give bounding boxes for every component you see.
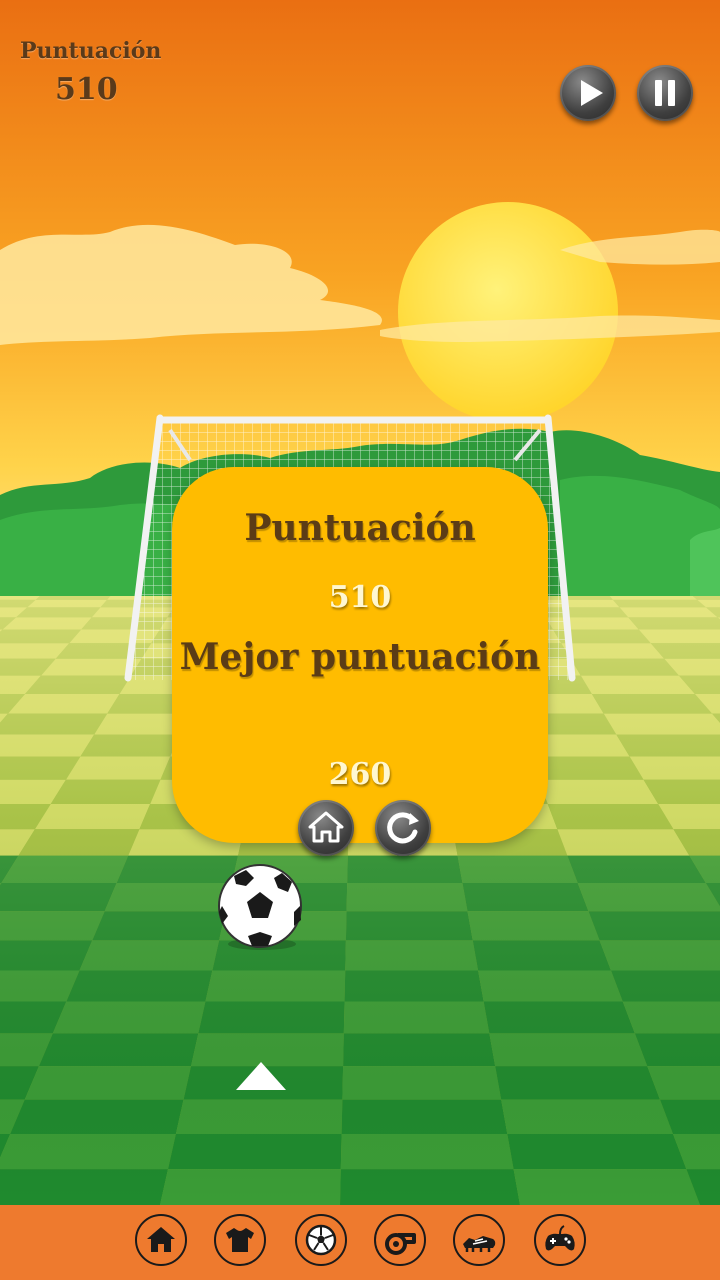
ball-icon — [305, 1224, 337, 1256]
gamepad-icon — [545, 1225, 575, 1251]
restart-icon — [387, 812, 419, 844]
nav-gamepad-button[interactable] — [534, 1214, 586, 1266]
home-button[interactable] — [298, 800, 354, 856]
nav-home-button[interactable] — [135, 1214, 187, 1266]
home-icon — [147, 1227, 175, 1252]
nav-shirt-button[interactable] — [214, 1214, 266, 1266]
shirt-icon — [226, 1228, 254, 1252]
score-label: Puntuación — [20, 38, 162, 64]
nav-boot-button[interactable] — [453, 1214, 505, 1266]
play-icon — [581, 80, 603, 106]
sun — [398, 202, 618, 422]
kick-arrow-icon[interactable] — [236, 1062, 286, 1090]
pause-icon — [655, 80, 675, 106]
play-button[interactable] — [560, 65, 616, 121]
restart-button[interactable] — [375, 800, 431, 856]
boot-icon — [463, 1236, 496, 1252]
best-score-label: Mejor puntuación — [179, 636, 541, 678]
whistle-icon — [385, 1233, 416, 1255]
pause-button[interactable] — [637, 65, 693, 121]
nav-ball-button[interactable] — [295, 1214, 347, 1266]
best-score-value: 260 — [328, 757, 392, 792]
home-icon — [308, 811, 344, 843]
panel-score-label: Puntuación — [244, 507, 476, 549]
panel-score-value: 510 — [328, 580, 392, 615]
nav-whistle-button[interactable] — [374, 1214, 426, 1266]
score-value: 510 — [55, 72, 118, 107]
game-over-panel: Puntuación 510 Mejor puntuación 260 — [172, 467, 548, 843]
bottom-nav-bar — [0, 1205, 720, 1280]
